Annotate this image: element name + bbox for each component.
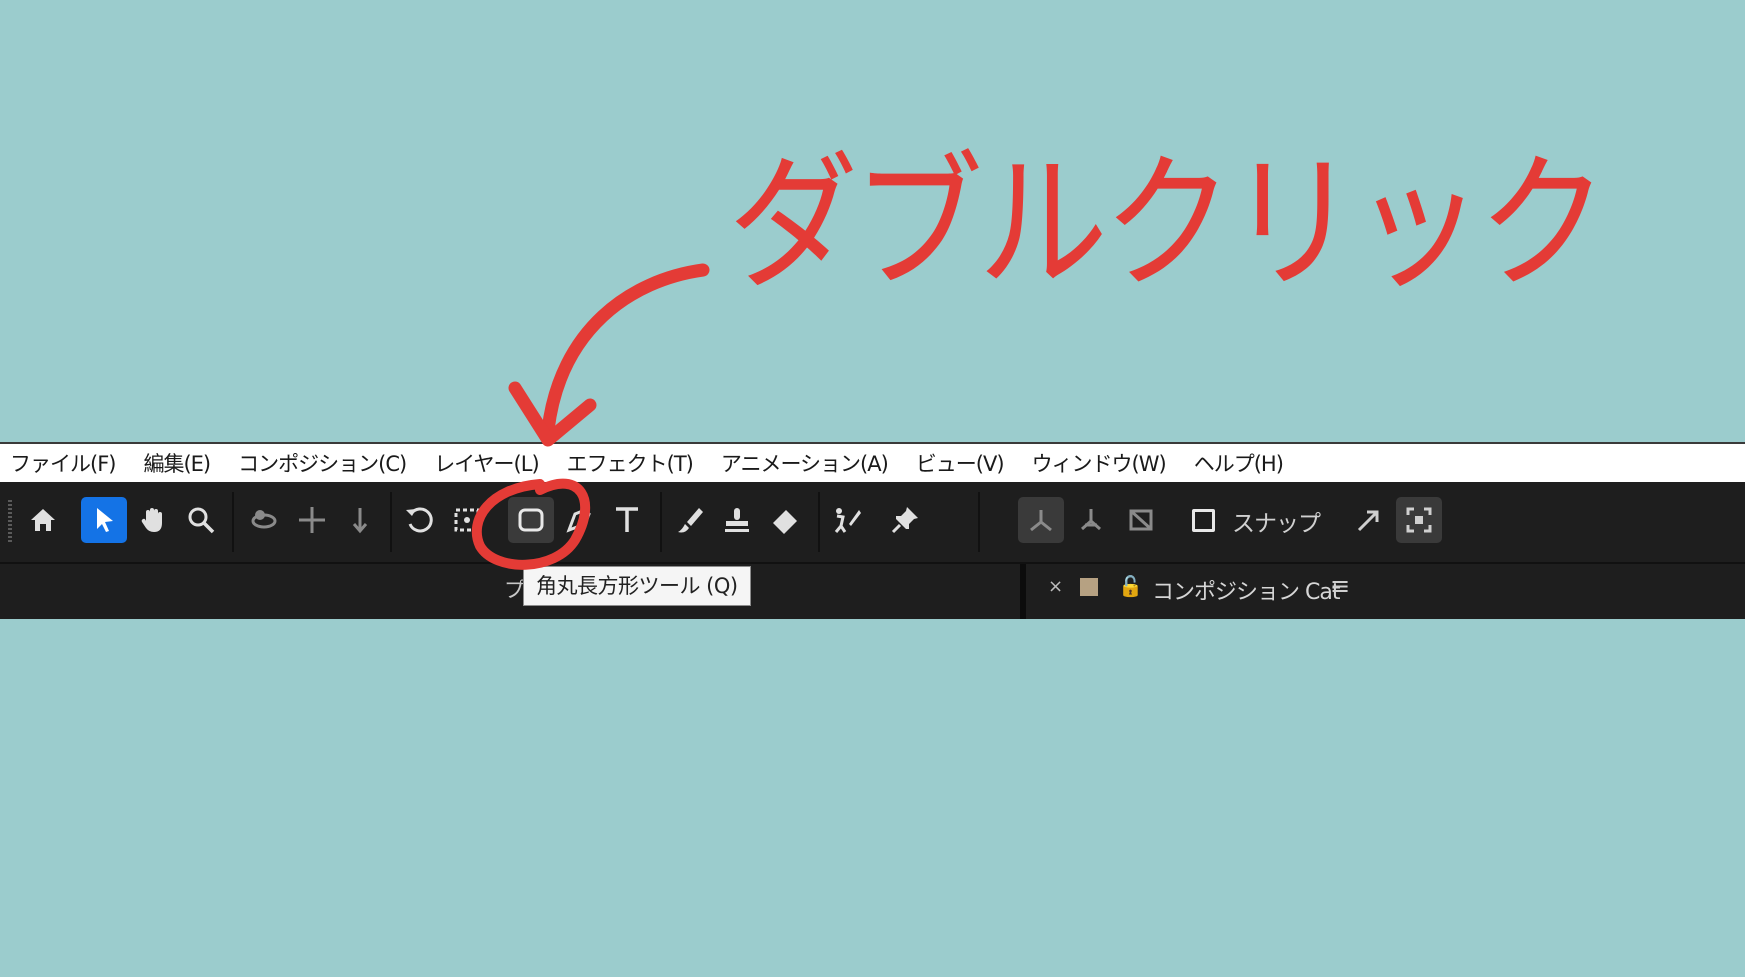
eraser-tool[interactable] bbox=[762, 497, 808, 543]
focus-frame-icon bbox=[1406, 507, 1432, 533]
type-tool[interactable] bbox=[604, 497, 650, 543]
menu-bar: ファイル(F) 編集(E) コンポジション(C) レイヤー(L) エフェクト(T… bbox=[0, 442, 1745, 482]
dolly-camera-tool[interactable] bbox=[337, 497, 383, 543]
eraser-icon bbox=[773, 510, 797, 534]
toolbar-separator bbox=[390, 492, 392, 552]
zoom-tool[interactable] bbox=[178, 497, 224, 543]
toolbar-separator bbox=[232, 492, 234, 552]
orbit-icon bbox=[251, 510, 277, 529]
anchor-point-tool[interactable] bbox=[444, 497, 490, 543]
menu-view[interactable]: ビュー(V) bbox=[916, 448, 1005, 478]
annotation-text: ダブルクリック bbox=[728, 138, 1608, 310]
orbit-camera-tool[interactable] bbox=[241, 497, 287, 543]
menu-composition[interactable]: コンポジション(C) bbox=[238, 448, 407, 478]
clone-stamp-tool[interactable] bbox=[714, 497, 760, 543]
annotation-arrowhead bbox=[508, 381, 597, 447]
lock-icon[interactable]: 🔓 bbox=[1118, 574, 1143, 598]
toolbar-grip[interactable] bbox=[8, 500, 12, 542]
selection-tool[interactable] bbox=[81, 497, 127, 543]
snap-label: スナップ bbox=[1232, 511, 1321, 537]
panel-tab-bar: プ 角丸長方形ツール (Q) × 🔓 コンポジション Cat ≡ bbox=[0, 562, 1745, 619]
snap-checkbox[interactable] bbox=[1192, 509, 1215, 532]
pan-camera-tool[interactable] bbox=[289, 497, 335, 543]
hand-icon bbox=[141, 508, 162, 532]
tool-tooltip: 角丸長方形ツール (Q) bbox=[523, 566, 751, 606]
label-color-swatch bbox=[1080, 578, 1098, 596]
view-axis-icon bbox=[1129, 509, 1153, 531]
puppet-pin-tool[interactable] bbox=[882, 497, 928, 543]
world-axis-mode[interactable] bbox=[1068, 497, 1114, 543]
snap-options-button[interactable] bbox=[1345, 497, 1391, 543]
stamp-icon bbox=[725, 508, 749, 532]
rotate-icon bbox=[406, 507, 433, 533]
pen-nib-icon bbox=[566, 508, 591, 533]
menu-animation[interactable]: アニメーション(A) bbox=[721, 448, 889, 478]
menu-file[interactable]: ファイル(F) bbox=[10, 448, 116, 478]
hand-tool[interactable] bbox=[130, 497, 176, 543]
local-axis-mode[interactable] bbox=[1018, 497, 1064, 543]
composition-tab-title[interactable]: コンポジション Cat bbox=[1152, 574, 1340, 606]
close-tab-icon[interactable]: × bbox=[1048, 576, 1063, 597]
menu-edit[interactable]: 編集(E) bbox=[143, 448, 211, 478]
panel-menu-icon[interactable]: ≡ bbox=[1330, 572, 1350, 600]
extend-viewer-button[interactable] bbox=[1396, 497, 1442, 543]
brush-icon bbox=[678, 508, 703, 533]
toolbar-separator bbox=[660, 492, 662, 552]
annotation-arrow bbox=[541, 263, 710, 437]
snap-arrow-icon bbox=[1357, 510, 1379, 532]
text-t-icon bbox=[616, 507, 638, 532]
magnifier-icon bbox=[188, 507, 215, 534]
anchor-point-icon bbox=[454, 508, 480, 532]
rounded-rectangle-tool[interactable] bbox=[508, 497, 554, 543]
menu-help[interactable]: ヘルプ(H) bbox=[1194, 448, 1284, 478]
menu-window[interactable]: ウィンドウ(W) bbox=[1032, 448, 1167, 478]
pin-icon bbox=[891, 507, 918, 534]
after-effects-window: ファイル(F) 編集(E) コンポジション(C) レイヤー(L) エフェクト(T… bbox=[0, 442, 1745, 619]
menu-effect[interactable]: エフェクト(T) bbox=[567, 448, 694, 478]
pen-tool[interactable] bbox=[556, 497, 602, 543]
tools-toolbar: スナップ bbox=[0, 482, 1745, 562]
toolbar-separator bbox=[818, 492, 820, 552]
world-axis-icon bbox=[1081, 509, 1101, 531]
dolly-arrow-icon bbox=[352, 508, 368, 534]
local-axis-icon bbox=[1030, 510, 1052, 532]
home-tool[interactable] bbox=[20, 497, 66, 543]
roto-brush-icon bbox=[834, 508, 861, 533]
project-tab-label[interactable]: プ bbox=[504, 574, 525, 604]
view-axis-mode[interactable] bbox=[1118, 497, 1164, 543]
menu-layer[interactable]: レイヤー(L) bbox=[434, 448, 539, 478]
roto-brush-tool[interactable] bbox=[824, 497, 870, 543]
panel-divider[interactable] bbox=[1020, 564, 1026, 619]
move-cross-icon bbox=[299, 507, 325, 533]
home-icon bbox=[31, 509, 55, 531]
rotation-tool[interactable] bbox=[396, 497, 442, 543]
rounded-rectangle-icon bbox=[518, 508, 544, 532]
toolbar-separator bbox=[978, 492, 980, 552]
arrow-pointer-icon bbox=[97, 508, 113, 532]
brush-tool[interactable] bbox=[666, 497, 712, 543]
